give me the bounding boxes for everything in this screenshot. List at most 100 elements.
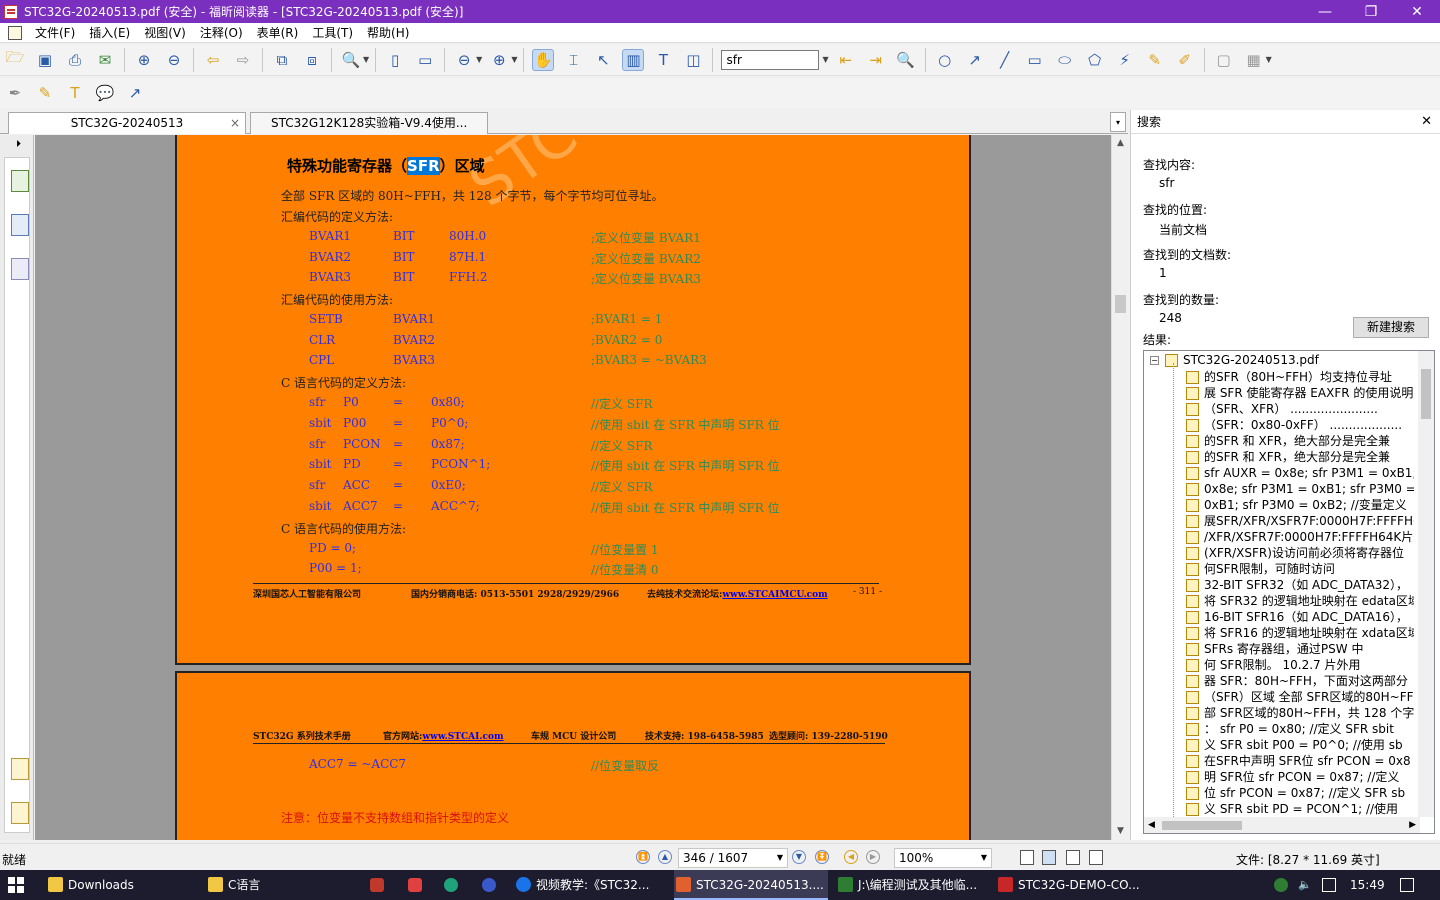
- search-result-item[interactable]: 的SFR（80H~FFH）均支持位寻址: [1186, 369, 1414, 385]
- toolbar-overflow-icon[interactable]: ▼: [1266, 55, 1272, 64]
- edge-browser-icon[interactable]: [444, 878, 458, 892]
- open-folder-icon[interactable]: 🗁: [4, 48, 26, 71]
- email-icon[interactable]: ✉: [94, 49, 116, 71]
- search-result-item[interactable]: （SFR）区域 全部 SFR区域的80H~FFH: [1186, 689, 1414, 705]
- continuous-facing-view-icon[interactable]: [1089, 850, 1103, 865]
- zoom-out-icon[interactable]: ⊖: [453, 49, 475, 71]
- search-result-item[interactable]: 义 SFR sbit PD = PCON^1; //使用: [1186, 801, 1414, 817]
- search-result-item[interactable]: 0x8e; sfr P3M1 = 0xB1; sfr P3M0 =: [1186, 481, 1414, 497]
- cloud-tool-icon[interactable]: ⚡: [1114, 49, 1136, 71]
- back-arrow-icon[interactable]: ⇦: [202, 49, 224, 71]
- print-icon[interactable]: ⎙: [64, 49, 86, 71]
- toolbar-search-input[interactable]: sfr: [721, 49, 820, 70]
- scroll-right-icon[interactable]: ▶: [1409, 817, 1416, 833]
- volume-icon[interactable]: 🔈: [1298, 878, 1312, 892]
- search-result-item[interactable]: 16-BIT SFR16（如 ADC_DATA16），: [1186, 609, 1414, 625]
- search-result-item[interactable]: 器 SFR：80H~FFH，下面对这两部分: [1186, 673, 1414, 689]
- search-result-item[interactable]: 展SFR/XFR/XSFR7F:0000H7F:FFFFH64: [1186, 513, 1414, 529]
- document-menu-icon[interactable]: [8, 25, 22, 40]
- note-edit-icon[interactable]: ✎: [34, 82, 56, 104]
- new-search-button[interactable]: 新建搜索: [1353, 317, 1429, 338]
- search-result-item[interactable]: ： sfr P0 = 0x80; //定义 SFR sbit: [1186, 721, 1414, 737]
- page-number-input[interactable]: 346 / 1607 ▼: [678, 848, 788, 868]
- reading-mode-icon[interactable]: ▥: [622, 48, 645, 71]
- polygon-tool-icon[interactable]: ⬠: [1084, 49, 1106, 71]
- rectangle-tool-icon[interactable]: ▭: [1024, 49, 1046, 71]
- close-search-icon[interactable]: ✕: [1421, 110, 1432, 134]
- document-view[interactable]: STC 特殊功能寄存器（SFR）区域 全部 SFR 区域的 80H~FFH，共 …: [35, 135, 1111, 840]
- pencil-tool-icon[interactable]: ✎: [1144, 49, 1166, 71]
- results-horizontal-scrollbar[interactable]: ◀ ▶: [1144, 817, 1420, 833]
- search-dropdown-icon[interactable]: ▼: [822, 55, 828, 64]
- circle-tool-icon[interactable]: ○: [934, 49, 956, 71]
- document-scrollbar[interactable]: ▲ ▼: [1111, 135, 1128, 840]
- results-scroll-thumb[interactable]: [1421, 369, 1431, 419]
- taskbar-item-video[interactable]: 视频教学:《STC32...: [514, 870, 649, 900]
- search-result-item[interactable]: /XFR/XSFR7F:0000H7F:FFFFH64K片外: [1186, 529, 1414, 545]
- search-result-item[interactable]: 何 SFR限制。 10.2.7 片外用: [1186, 657, 1414, 673]
- callout-arrow-icon[interactable]: ↗: [124, 82, 146, 104]
- search-result-item[interactable]: （SFR、XFR） .......................: [1186, 401, 1414, 417]
- save-icon[interactable]: ▣: [34, 49, 56, 71]
- search-result-item[interactable]: 的SFR 和 XFR，绝大部分是完全兼: [1186, 449, 1414, 465]
- area-highlight-icon[interactable]: ▦: [1243, 49, 1265, 71]
- last-page-icon[interactable]: ⏬: [815, 850, 829, 864]
- taskbar-item-explorer[interactable]: J:\编程测试及其他临...: [836, 870, 977, 900]
- scroll-down-icon[interactable]: ▼: [1112, 823, 1129, 840]
- menu-insert[interactable]: 插入(E): [82, 23, 137, 43]
- find-previous-icon[interactable]: ⇤: [835, 49, 857, 71]
- attachments-icon[interactable]: [11, 802, 29, 824]
- fit-page-icon[interactable]: ▯: [384, 49, 406, 71]
- zoom-level-dropdown-icon[interactable]: ▼: [981, 849, 987, 867]
- windows-start-icon[interactable]: [8, 877, 24, 893]
- taskbar-item-demo[interactable]: STC32G-DEMO-CO...: [996, 870, 1140, 900]
- header-site-link[interactable]: www.STCAI.com: [422, 732, 503, 742]
- taskbar-item-downloads[interactable]: Downloads: [46, 870, 134, 900]
- typewriter-icon[interactable]: T: [652, 49, 674, 71]
- menu-help[interactable]: 帮助(H): [360, 23, 416, 43]
- results-scrollbar[interactable]: [1418, 351, 1434, 817]
- page-down-icon[interactable]: ⊖: [163, 49, 185, 71]
- search-result-item[interactable]: 将 SFR32 的逻辑地址映射在 edata区域: [1186, 593, 1414, 609]
- search-result-item[interactable]: 明 SFR位 sfr PCON = 0x87; //定义: [1186, 769, 1414, 785]
- forward-arrow-icon[interactable]: ⇨: [232, 49, 254, 71]
- search-result-item[interactable]: 位 sfr PCON = 0x87; //定义 SFR sb: [1186, 785, 1414, 801]
- search-result-item[interactable]: SFRs 寄存器组，通过PSW 中: [1186, 641, 1414, 657]
- continuous-view-icon[interactable]: [1042, 850, 1056, 865]
- layers-icon[interactable]: [11, 258, 29, 280]
- zoom-in-icon[interactable]: ⊕: [488, 49, 510, 71]
- line-tool-icon[interactable]: ╱: [994, 49, 1016, 71]
- zoom-level-input[interactable]: 100% ▼: [894, 848, 992, 868]
- advanced-search-icon[interactable]: 🔍: [895, 49, 917, 71]
- security-tray-icon[interactable]: [1274, 878, 1288, 892]
- search-result-item[interactable]: sfr AUXR = 0x8e; sfr P3M1 = 0xB1;: [1186, 465, 1414, 481]
- search-result-item[interactable]: (XFR/XSFR)设访问前必须将寄存器位: [1186, 545, 1414, 561]
- go-forward-icon[interactable]: ▶: [866, 850, 880, 864]
- search-result-item[interactable]: 0xB1; sfr P3M0 = 0xB2; //变量定义: [1186, 497, 1414, 513]
- hand-tool-icon[interactable]: ✋: [532, 48, 555, 71]
- search-results-tree[interactable]: − STC32G-20240513.pdf 的SFR（80H~FFH）均支持位寻…: [1143, 350, 1435, 834]
- tab-stc32g12k128[interactable]: STC32G12K128实验箱-V9.4使用...: [250, 112, 488, 134]
- minimize-button[interactable]: —: [1302, 0, 1348, 23]
- menu-form[interactable]: 表单(R): [250, 23, 306, 43]
- scroll-up-icon[interactable]: ▲: [1112, 135, 1129, 152]
- footer-forum-link[interactable]: www.STCAIMCU.com: [722, 590, 827, 600]
- maximize-button[interactable]: ❐: [1348, 0, 1394, 23]
- taskbar-item-foxit[interactable]: STC32G-20240513....: [674, 870, 828, 900]
- menu-tools[interactable]: 工具(T): [305, 23, 360, 43]
- extract-page-icon[interactable]: ⧉: [271, 49, 293, 71]
- zoom-icon[interactable]: 🔍: [340, 49, 362, 71]
- arrow-tool-icon[interactable]: ↗: [964, 49, 986, 71]
- scroll-thumb[interactable]: [1115, 295, 1126, 313]
- zoom-in-dropdown-icon[interactable]: ▼: [511, 55, 517, 64]
- eraser-tool-icon[interactable]: ▢: [1213, 49, 1235, 71]
- page-up-icon[interactable]: ⊕: [133, 49, 155, 71]
- single-page-view-icon[interactable]: [1020, 850, 1034, 865]
- textbox-icon[interactable]: T: [64, 82, 86, 104]
- page-dropdown-icon[interactable]: ▼: [777, 849, 783, 867]
- search-result-item[interactable]: 展 SFR 使能寄存器 EAXFR 的使用说明: [1186, 385, 1414, 401]
- search-result-item[interactable]: 义 SFR sbit P00 = P0^0; //使用 sb: [1186, 737, 1414, 753]
- app-pinned-icon[interactable]: [370, 878, 384, 892]
- scroll-left-icon[interactable]: ◀: [1148, 817, 1155, 833]
- bookmarks-icon[interactable]: [11, 170, 29, 192]
